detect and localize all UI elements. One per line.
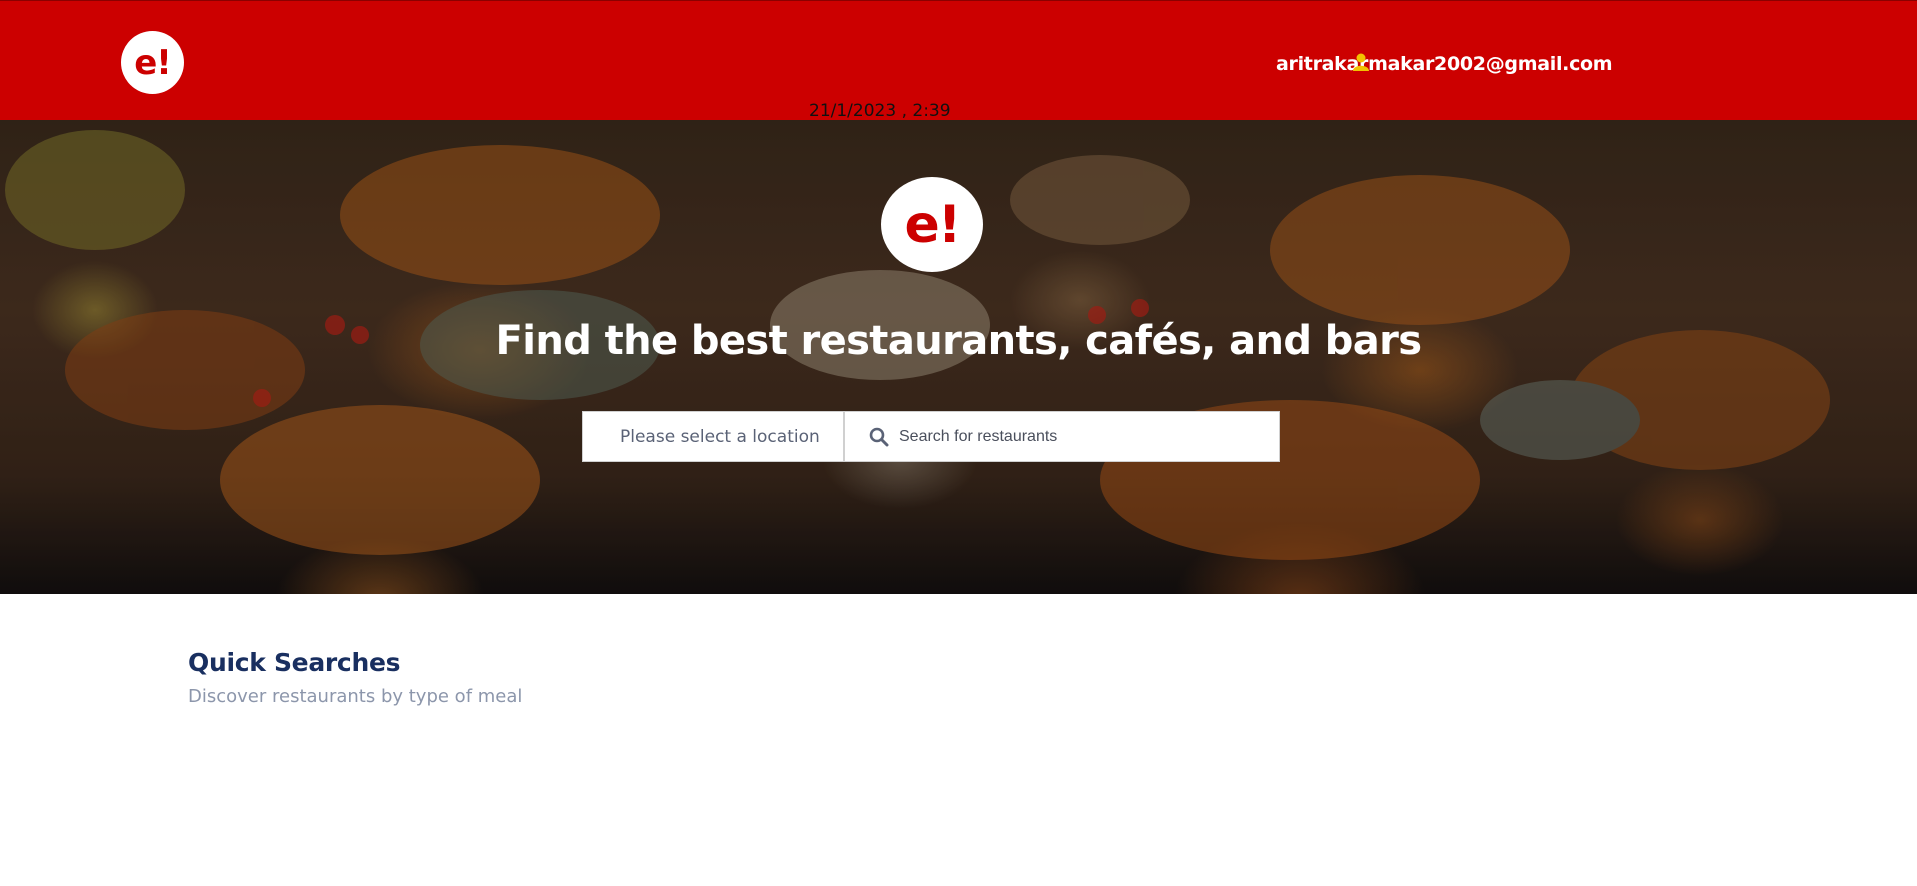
quick-searches-subtitle: Discover restaurants by type of meal: [188, 686, 523, 707]
hero-title: Find the best restaurants, cafés, and ba…: [495, 318, 1423, 364]
search-icon: [869, 427, 889, 447]
location-select[interactable]: Please select a location: [582, 411, 844, 462]
user-email[interactable]: aritrakarmakar2002@gmail.com: [1276, 53, 1613, 75]
restaurant-search-box[interactable]: [844, 411, 1280, 462]
user-icon[interactable]: [1353, 53, 1369, 71]
hero-banner: e! Find the best restaurants, cafés, and…: [0, 120, 1917, 594]
brand-logo[interactable]: e!: [121, 31, 184, 94]
hero-logo: e!: [881, 177, 983, 272]
page: e! aritrakarmakar2002@gmail.com 21/1/202…: [0, 0, 1917, 886]
restaurant-search-input[interactable]: [899, 427, 1259, 446]
top-header: e! aritrakarmakar2002@gmail.com 21/1/202…: [0, 0, 1917, 121]
current-datetime: 21/1/2023 , 2:39: [809, 101, 951, 121]
quick-searches-title: Quick Searches: [188, 648, 401, 677]
location-placeholder: Please select a location: [620, 426, 820, 447]
